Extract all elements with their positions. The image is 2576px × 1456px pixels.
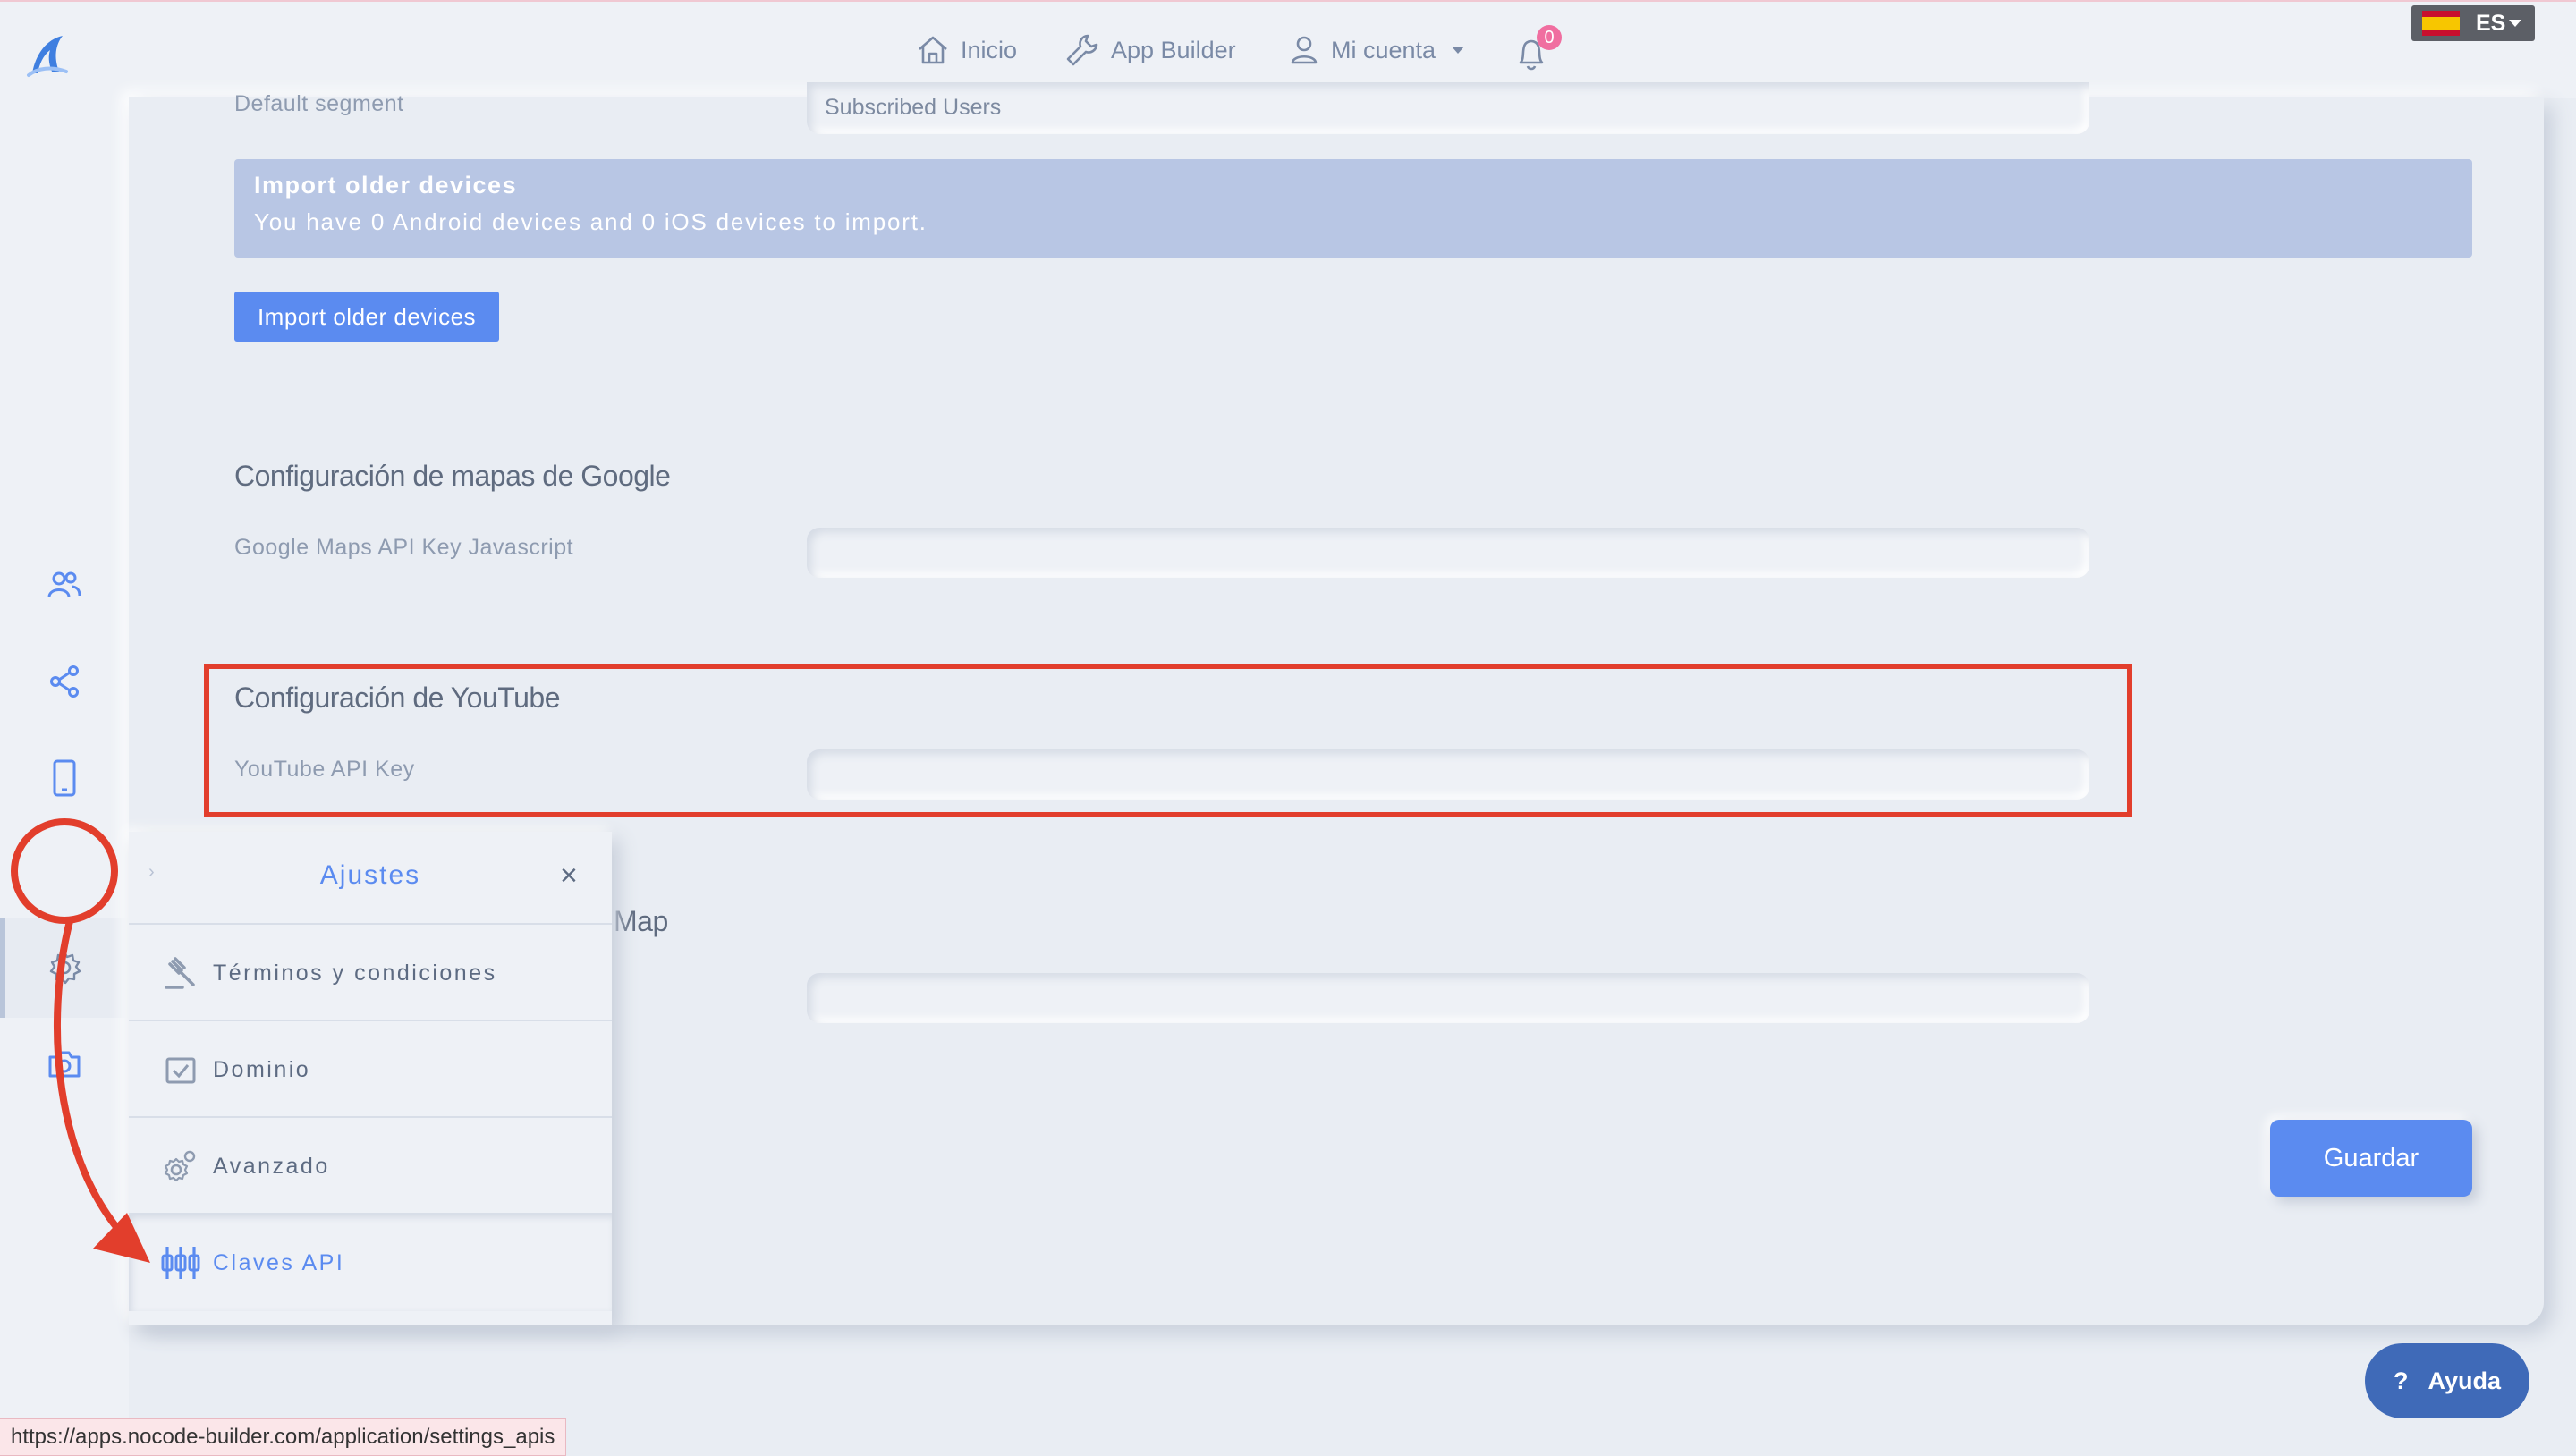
status-bar-url: https://apps.nocode-builder.com/applicat… [0,1418,567,1456]
flyout-title: Ajustes [319,860,421,890]
help-button-label: Ayuda [2428,1367,2501,1394]
spain-flag-icon [2422,11,2460,36]
flyout-item-avanzado[interactable]: Avanzado [129,1116,612,1215]
nav-app-builder[interactable]: App Builder [1064,25,1236,75]
app-logo[interactable] [20,27,77,84]
sidebar-share[interactable] [43,660,86,703]
calendar-check-icon [161,1054,200,1085]
default-segment-select[interactable]: Subscribed Users [807,82,2089,134]
users-icon [47,571,81,597]
alert-title: Import older devices [254,172,518,199]
gears-icon [161,1148,200,1184]
chevron-down-icon [1452,47,1465,54]
flyout-item-label: Términos y condiciones [213,960,497,986]
left-sidebar [0,97,129,1454]
language-selector[interactable]: ES [2411,5,2535,41]
import-devices-alert: Import older devices You have 0 Android … [234,159,2472,258]
home-icon [919,36,947,64]
flyout-item-label: Dominio [213,1056,311,1082]
flyout-item-dominio[interactable]: Dominio [129,1020,612,1118]
nav-mi-cuenta[interactable]: Mi cuenta [1288,25,1465,75]
settings-flyout: › Ajustes × Términos y condiciones Domin… [129,832,612,1325]
nav-inicio[interactable]: Inicio [916,25,1017,75]
help-button[interactable]: ? Ayuda [2365,1343,2529,1418]
gear-icon [49,951,81,985]
flyout-header: › Ajustes × [129,832,612,923]
sidebar-users[interactable] [43,563,86,606]
close-icon[interactable]: × [560,859,578,893]
flyout-item-claves-api[interactable]: Claves API [129,1213,612,1311]
google-maps-api-key-label: Google Maps API Key Javascript [234,535,574,560]
google-maps-api-key-input[interactable] [807,528,2089,578]
user-icon [1291,36,1318,64]
smartphone-icon [53,759,76,797]
import-older-devices-button[interactable]: Import older devices [234,292,499,342]
flyout-item-label: Claves API [213,1249,345,1275]
map-api-key-input[interactable] [807,973,2089,1023]
wrench-icon [1066,34,1098,66]
partial-map-heading: Map [614,905,668,937]
flyout-item-terminos[interactable]: Términos y condiciones [129,923,612,1021]
share-icon [50,665,79,698]
camera-icon [48,1051,80,1078]
google-maps-heading: Configuración de mapas de Google [234,460,671,492]
nav-inicio-label: Inicio [961,36,1018,63]
default-segment-label: Default segment [234,91,404,116]
gavel-icon [161,955,200,991]
sidebar-mobile[interactable] [43,757,86,800]
nav-mi-cuenta-label: Mi cuenta [1331,36,1436,63]
alert-body: You have 0 Android devices and 0 iOS dev… [254,208,928,235]
chevron-down-icon [2509,20,2522,27]
youtube-highlight-box [204,664,2132,817]
keys-icon [161,1245,200,1281]
language-code: ES [2476,10,2506,36]
sidebar-camera[interactable] [43,1043,86,1086]
question-icon: ? [2393,1367,2409,1394]
nav-app-builder-label: App Builder [1111,36,1236,63]
save-button[interactable]: Guardar [2270,1120,2472,1197]
sidebar-settings[interactable] [43,946,86,989]
notification-badge: 0 [1537,25,1562,50]
flyout-item-label: Avanzado [213,1153,330,1179]
